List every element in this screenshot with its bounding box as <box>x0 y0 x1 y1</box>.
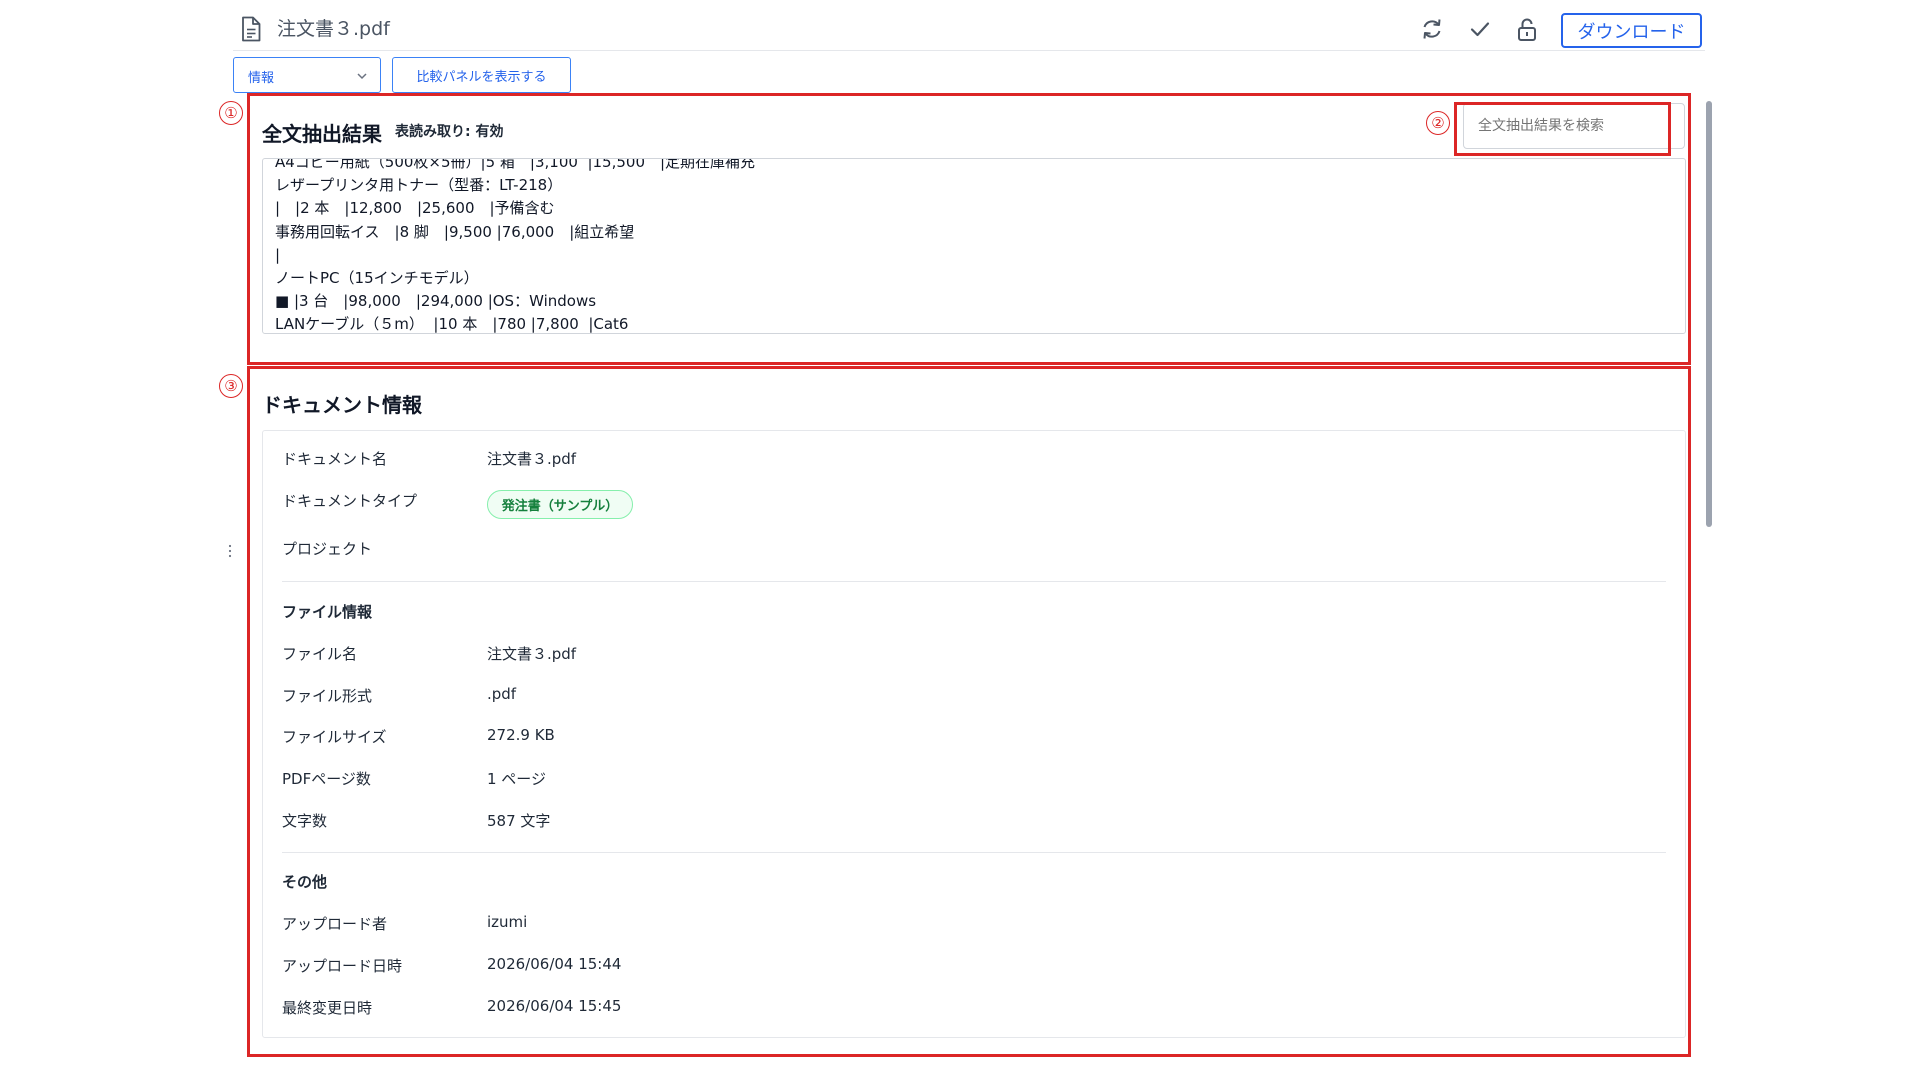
info-label: ファイルサイズ <box>282 728 387 746</box>
callout-box-search <box>1454 102 1671 156</box>
document-type-badge: 発注書（サンプル） <box>487 490 633 519</box>
check-icon[interactable] <box>1467 16 1493 42</box>
info-label: ドキュメント名 <box>282 450 388 468</box>
info-label: プロジェクト <box>282 540 373 558</box>
view-select-value: 情報 <box>248 71 275 86</box>
callout-marker-1: ① <box>219 101 243 125</box>
info-label: ドキュメントタイプ <box>282 492 418 510</box>
extraction-line: ■ |3 台 |98,000 |294,000 |OS：Windows <box>275 292 597 311</box>
divider <box>282 581 1666 582</box>
file-info-heading: ファイル情報 <box>282 603 373 621</box>
extraction-text-area[interactable]: A4コピー用紙（500枚×5冊）|5 箱 |3,100 |15,500 |定期在… <box>262 158 1686 334</box>
info-value: 2026/06/04 15:45 <box>487 997 622 1015</box>
info-value: 1 ページ <box>487 770 547 788</box>
info-value: .pdf <box>487 685 517 703</box>
info-value: 2026/06/04 15:44 <box>487 955 622 973</box>
extraction-line: LANケーブル（５m） |10 本 |780 |7,800 |Cat6 <box>275 315 629 334</box>
extraction-line: レザープリンタ用トナー（型番：LT-218） <box>275 176 563 195</box>
extraction-title: 全文抽出結果 <box>262 122 382 146</box>
scrollbar[interactable] <box>1706 101 1712 527</box>
info-label: ファイル名 <box>282 645 358 663</box>
info-value: 注文書３.pdf <box>487 645 577 663</box>
extraction-line: | |2 本 |12,800 |25,600 |予備含む <box>275 199 555 218</box>
download-button[interactable]: ダウンロード <box>1561 13 1702 48</box>
view-select[interactable]: 情報 <box>233 57 381 93</box>
extraction-line: A4コピー用紙（500枚×5冊）|5 箱 |3,100 |15,500 |定期在… <box>275 158 756 171</box>
extraction-line: | <box>275 245 281 264</box>
callout-marker-3: ③ <box>219 374 243 398</box>
divider <box>282 852 1666 853</box>
info-label: アップロード日時 <box>282 957 403 975</box>
info-label: ファイル形式 <box>282 687 373 705</box>
unlock-icon[interactable] <box>1514 16 1540 42</box>
chevron-down-icon <box>357 73 367 80</box>
info-value: 272.9 KB <box>487 726 555 744</box>
info-label: アップロード者 <box>282 915 388 933</box>
other-info-heading: その他 <box>282 873 328 891</box>
refresh-icon[interactable] <box>1419 16 1445 42</box>
document-title: 注文書３.pdf <box>277 18 390 40</box>
document-info-title: ドキュメント情報 <box>262 393 422 417</box>
info-value: izumi <box>487 913 528 931</box>
table-reading-status: 表読み取り: 有効 <box>395 124 504 140</box>
info-label: PDFページ数 <box>282 770 371 788</box>
extraction-line: 事務用回転イス |8 脚 |9,500 |76,000 |組立希望 <box>275 222 635 241</box>
resize-handle-icon[interactable] <box>228 544 232 558</box>
document-icon <box>242 16 261 42</box>
show-compare-panel-button[interactable]: 比較パネルを表示する <box>392 57 571 93</box>
info-label: 文字数 <box>282 812 328 830</box>
info-value: 587 文字 <box>487 812 551 830</box>
document-info-card <box>262 430 1686 1038</box>
extraction-line: ノートPC（15インチモデル） <box>275 269 479 288</box>
document-header: 注文書３.pdf ダウンロード <box>233 0 1705 51</box>
info-label: 最終変更日時 <box>282 999 373 1017</box>
info-value: 注文書３.pdf <box>487 450 577 468</box>
